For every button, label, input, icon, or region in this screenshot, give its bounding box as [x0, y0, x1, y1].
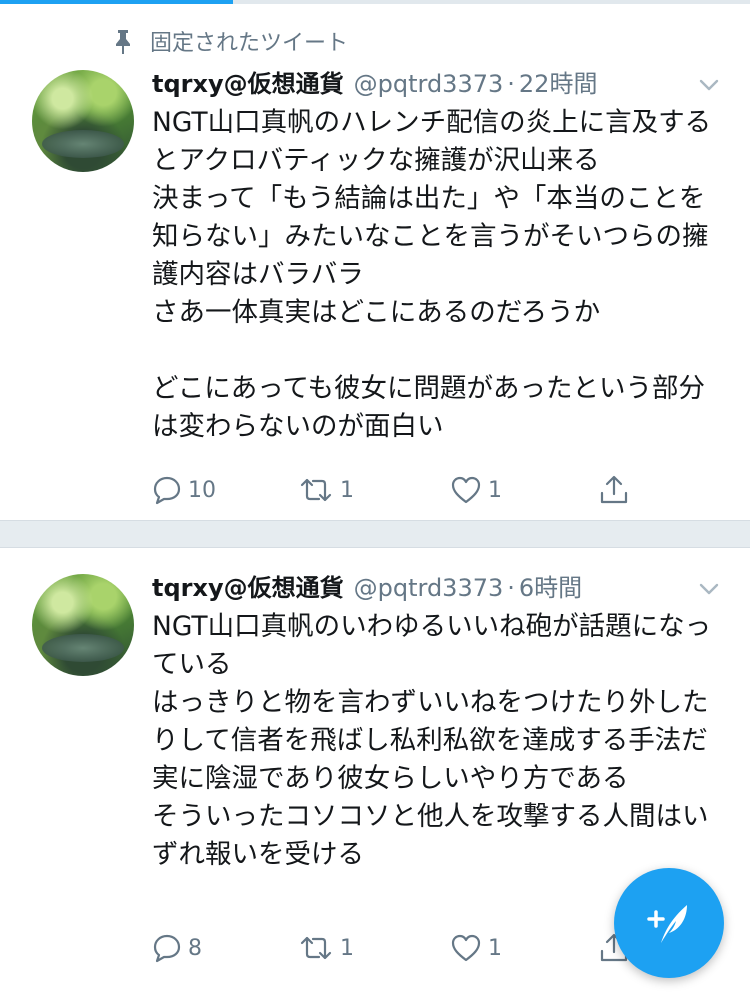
reply-button[interactable]: 10	[152, 472, 216, 508]
compose-tweet-button[interactable]	[614, 868, 724, 978]
tweet-text: NGT山口真帆のハレンチ配信の炎上に言及するとアクロバティックな擁護が沢山来る …	[152, 107, 712, 442]
display-name[interactable]: tqrxy@仮想通貨	[152, 568, 344, 603]
header-dot: ·	[507, 70, 515, 98]
retweet-button[interactable]: 1	[298, 930, 354, 966]
tweet-pinned[interactable]: 固定されたツイート tqrxy@仮想通貨 @pqtrd3373 · 22時間 N…	[0, 4, 750, 520]
pinned-label: 固定されたツイート	[150, 31, 349, 56]
reply-icon	[153, 476, 181, 505]
user-handle[interactable]: @pqtrd3373	[354, 574, 504, 602]
retweet-count: 1	[340, 935, 354, 961]
reply-count: 8	[188, 935, 202, 961]
avatar[interactable]	[32, 574, 134, 676]
like-count: 1	[488, 935, 502, 961]
retweet-count: 1	[340, 477, 354, 503]
tweet-text: NGT山口真帆のいわゆるいいね砲が話題になっている はっきりと物を言わずいいねを…	[152, 611, 712, 870]
like-count: 1	[488, 477, 502, 503]
pin-icon	[116, 30, 130, 54]
chevron-down-icon[interactable]	[698, 74, 720, 96]
chevron-down-icon[interactable]	[698, 578, 720, 600]
compose-tweet-icon	[647, 905, 687, 943]
avatar[interactable]	[32, 70, 134, 172]
reply-icon	[153, 934, 181, 963]
tweet-actions: 10 1 1	[152, 472, 652, 508]
pinned-indicator: 固定されたツイート	[112, 26, 348, 56]
tweet-timestamp[interactable]: 22時間	[519, 64, 598, 99]
like-button[interactable]: 1	[450, 930, 502, 966]
retweet-icon	[300, 936, 332, 960]
tweet-timestamp[interactable]: 6時間	[519, 568, 582, 603]
timeline-separator	[0, 520, 750, 548]
tweet-header: tqrxy@仮想通貨 @pqtrd3373 · 22時間	[152, 64, 597, 100]
reply-count: 10	[188, 477, 216, 503]
retweet-button[interactable]: 1	[298, 472, 354, 508]
reply-button[interactable]: 8	[152, 930, 202, 966]
heart-icon	[451, 934, 481, 962]
like-button[interactable]: 1	[450, 472, 502, 508]
share-button[interactable]	[598, 472, 630, 508]
header-dot: ·	[507, 574, 515, 602]
tweet-header: tqrxy@仮想通貨 @pqtrd3373 · 6時間	[152, 568, 582, 604]
retweet-icon	[300, 478, 332, 502]
tweet-actions: 8 1 1	[152, 930, 652, 966]
display-name[interactable]: tqrxy@仮想通貨	[152, 64, 344, 99]
share-icon	[600, 475, 628, 504]
user-handle[interactable]: @pqtrd3373	[354, 70, 504, 98]
heart-icon	[451, 476, 481, 504]
